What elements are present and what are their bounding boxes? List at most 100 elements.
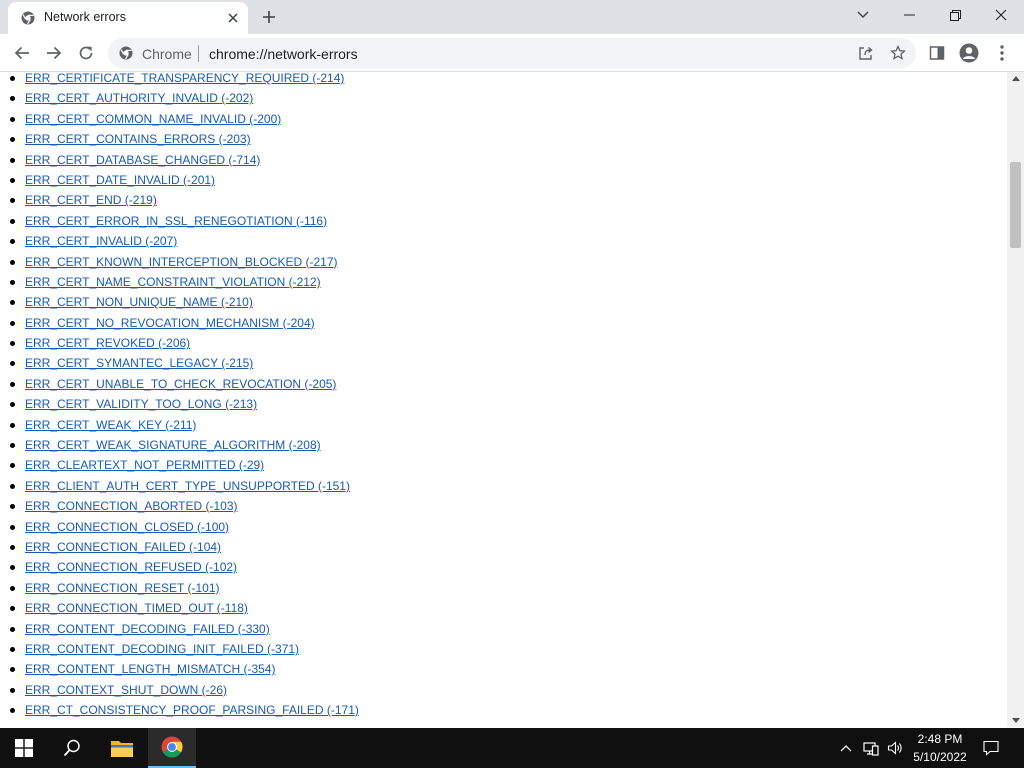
tab-close-icon[interactable]	[224, 9, 242, 27]
error-link[interactable]: ERR_CONNECTION_RESET (-101)	[25, 581, 219, 595]
close-window-button[interactable]	[978, 0, 1024, 30]
error-link[interactable]: ERR_CONNECTION_REFUSED (-102)	[25, 560, 237, 574]
list-item: ERR_CLIENT_AUTH_CERT_TYPE_UNSUPPORTED (-…	[0, 476, 359, 496]
clock-date: 5/10/2022	[913, 750, 967, 764]
error-link[interactable]: ERR_CERT_REVOKED (-206)	[25, 336, 190, 350]
error-link[interactable]: ERR_CERT_COMMON_NAME_INVALID (-200)	[25, 112, 281, 126]
error-link[interactable]: ERR_CONNECTION_ABORTED (-103)	[25, 499, 237, 513]
taskbar-clock[interactable]: 2:48 PM 5/10/2022	[912, 730, 968, 766]
share-icon[interactable]	[856, 43, 876, 63]
tab-search-chevron-icon[interactable]	[840, 0, 886, 30]
list-item: ERR_CONNECTION_ABORTED (-103)	[0, 496, 359, 516]
list-item: ERR_CERT_COMMON_NAME_INVALID (-200)	[0, 109, 359, 129]
list-item: ERR_CERT_ERROR_IN_SSL_RENEGOTIATION (-11…	[0, 211, 359, 231]
error-link[interactable]: ERR_CERT_UNABLE_TO_CHECK_REVOCATION (-20…	[25, 377, 336, 391]
list-item: ERR_CERTIFICATE_TRANSPARENCY_REQUIRED (-…	[0, 72, 359, 88]
error-link[interactable]: ERR_CONTENT_LENGTH_MISMATCH (-354)	[25, 662, 275, 676]
error-link[interactable]: ERR_CERT_ERROR_IN_SSL_RENEGOTIATION (-11…	[25, 214, 327, 228]
list-item: ERR_CERT_UNABLE_TO_CHECK_REVOCATION (-20…	[0, 374, 359, 394]
error-link[interactable]: ERR_CERT_SYMANTEC_LEGACY (-215)	[25, 356, 253, 370]
error-link[interactable]: ERR_CERT_INVALID (-207)	[25, 234, 177, 248]
error-link[interactable]: ERR_CLEARTEXT_NOT_PERMITTED (-29)	[25, 458, 264, 472]
chrome-logo-icon	[119, 46, 133, 60]
error-link[interactable]: ERR_CERT_NON_UNIQUE_NAME (-210)	[25, 295, 253, 309]
file-explorer-icon[interactable]	[98, 728, 146, 768]
error-link[interactable]: ERR_CERT_NAME_CONSTRAINT_VIOLATION (-212…	[25, 275, 321, 289]
chrome-taskbar-icon[interactable]	[148, 728, 196, 768]
error-link[interactable]: ERR_CERTIFICATE_TRANSPARENCY_REQUIRED (-…	[25, 72, 344, 85]
error-link[interactable]: ERR_CERT_WEAK_KEY (-211)	[25, 418, 196, 432]
vertical-scrollbar[interactable]	[1007, 72, 1024, 727]
browser-toolbar: Chrome chrome://network-errors	[0, 34, 1024, 72]
address-url[interactable]: chrome://network-errors	[209, 46, 358, 62]
list-item: ERR_CERT_INVALID (-207)	[0, 231, 359, 251]
error-link[interactable]: ERR_CT_CONSISTENCY_PROOF_PARSING_FAILED …	[25, 703, 359, 717]
address-divider	[198, 45, 199, 62]
list-item: ERR_CONNECTION_RESET (-101)	[0, 578, 359, 598]
error-link[interactable]: ERR_CERT_END (-219)	[25, 193, 157, 207]
page-content: ERR_CERTIFICATE_TRANSPARENCY_REQUIRED (-…	[0, 72, 1007, 727]
windows-start-icon[interactable]	[0, 728, 48, 768]
scrollbar-thumb[interactable]	[1010, 162, 1021, 248]
list-item: ERR_CERT_VALIDITY_TOO_LONG (-213)	[0, 394, 359, 414]
error-link[interactable]: ERR_CONNECTION_TIMED_OUT (-118)	[25, 601, 248, 615]
list-item: ERR_CERT_NO_REVOCATION_MECHANISM (-204)	[0, 313, 359, 333]
list-item: ERR_CERT_NON_UNIQUE_NAME (-210)	[0, 292, 359, 312]
menu-kebab-icon[interactable]	[988, 39, 1016, 67]
bookmark-star-icon[interactable]	[888, 43, 908, 63]
tab-network-errors[interactable]: Network errors	[8, 2, 248, 34]
new-tab-button[interactable]	[258, 6, 280, 28]
error-link[interactable]: ERR_CERT_NO_REVOCATION_MECHANISM (-204)	[25, 316, 315, 330]
tray-chevron-up-icon[interactable]	[838, 740, 854, 756]
network-error-list: ERR_CERTIFICATE_TRANSPARENCY_REQUIRED (-…	[0, 72, 359, 721]
list-item: ERR_CLEARTEXT_NOT_PERMITTED (-29)	[0, 455, 359, 475]
list-item: ERR_CONTENT_LENGTH_MISMATCH (-354)	[0, 659, 359, 679]
list-item: ERR_CONNECTION_TIMED_OUT (-118)	[0, 598, 359, 618]
list-item: ERR_CERT_END (-219)	[0, 190, 359, 210]
error-link[interactable]: ERR_CERT_DATE_INVALID (-201)	[25, 173, 215, 187]
error-link[interactable]: ERR_CONTEXT_SHUT_DOWN (-26)	[25, 683, 227, 697]
list-item: ERR_CONTENT_DECODING_FAILED (-330)	[0, 619, 359, 639]
list-item: ERR_CERT_SYMANTEC_LEGACY (-215)	[0, 353, 359, 373]
list-item: ERR_CONTENT_DECODING_INIT_FAILED (-371)	[0, 639, 359, 659]
scroll-down-arrow-icon[interactable]	[1007, 714, 1024, 727]
list-item: ERR_CERT_DATABASE_CHANGED (-714)	[0, 150, 359, 170]
error-link[interactable]: ERR_CONNECTION_CLOSED (-100)	[25, 520, 229, 534]
list-item: ERR_CERT_CONTAINS_ERRORS (-203)	[0, 129, 359, 149]
scroll-up-arrow-icon[interactable]	[1007, 72, 1024, 85]
address-bar[interactable]: Chrome chrome://network-errors	[108, 38, 916, 68]
reload-button[interactable]	[72, 39, 100, 67]
clock-time: 2:48 PM	[917, 732, 963, 746]
side-panel-icon[interactable]	[923, 39, 951, 67]
restore-button[interactable]	[932, 0, 978, 30]
error-link[interactable]: ERR_CERT_VALIDITY_TOO_LONG (-213)	[25, 397, 257, 411]
list-item: ERR_CERT_DATE_INVALID (-201)	[0, 170, 359, 190]
list-item: ERR_CERT_REVOKED (-206)	[0, 333, 359, 353]
notifications-icon[interactable]	[983, 740, 999, 756]
list-item: ERR_CT_CONSISTENCY_PROOF_PARSING_FAILED …	[0, 700, 359, 720]
taskbar-search-icon[interactable]	[48, 728, 96, 768]
tab-title: Network errors	[44, 10, 126, 24]
minimize-button[interactable]	[886, 0, 932, 30]
address-scheme-label: Chrome	[142, 46, 192, 62]
error-link[interactable]: ERR_CERT_KNOWN_INTERCEPTION_BLOCKED (-21…	[25, 255, 338, 269]
error-link[interactable]: ERR_CLIENT_AUTH_CERT_TYPE_UNSUPPORTED (-…	[25, 479, 350, 493]
list-item: ERR_CONTEXT_SHUT_DOWN (-26)	[0, 680, 359, 700]
error-link[interactable]: ERR_CONNECTION_FAILED (-104)	[25, 540, 221, 554]
forward-button[interactable]	[40, 39, 68, 67]
tab-strip: Network errors	[0, 0, 1024, 34]
list-item: ERR_CONNECTION_REFUSED (-102)	[0, 557, 359, 577]
error-link[interactable]: ERR_CONTENT_DECODING_INIT_FAILED (-371)	[25, 642, 299, 656]
network-icon[interactable]	[863, 740, 879, 756]
error-link[interactable]: ERR_CONTENT_DECODING_FAILED (-330)	[25, 622, 270, 636]
error-link[interactable]: ERR_CERT_CONTAINS_ERRORS (-203)	[25, 132, 251, 146]
list-item: ERR_CERT_WEAK_KEY (-211)	[0, 415, 359, 435]
volume-icon[interactable]	[887, 740, 903, 756]
list-item: ERR_CONNECTION_FAILED (-104)	[0, 537, 359, 557]
error-link[interactable]: ERR_CERT_WEAK_SIGNATURE_ALGORITHM (-208)	[25, 438, 321, 452]
back-button[interactable]	[8, 39, 36, 67]
error-link[interactable]: ERR_CERT_AUTHORITY_INVALID (-202)	[25, 91, 253, 105]
list-item: ERR_CERT_NAME_CONSTRAINT_VIOLATION (-212…	[0, 272, 359, 292]
profile-avatar-icon[interactable]	[955, 39, 983, 67]
error-link[interactable]: ERR_CERT_DATABASE_CHANGED (-714)	[25, 153, 260, 167]
